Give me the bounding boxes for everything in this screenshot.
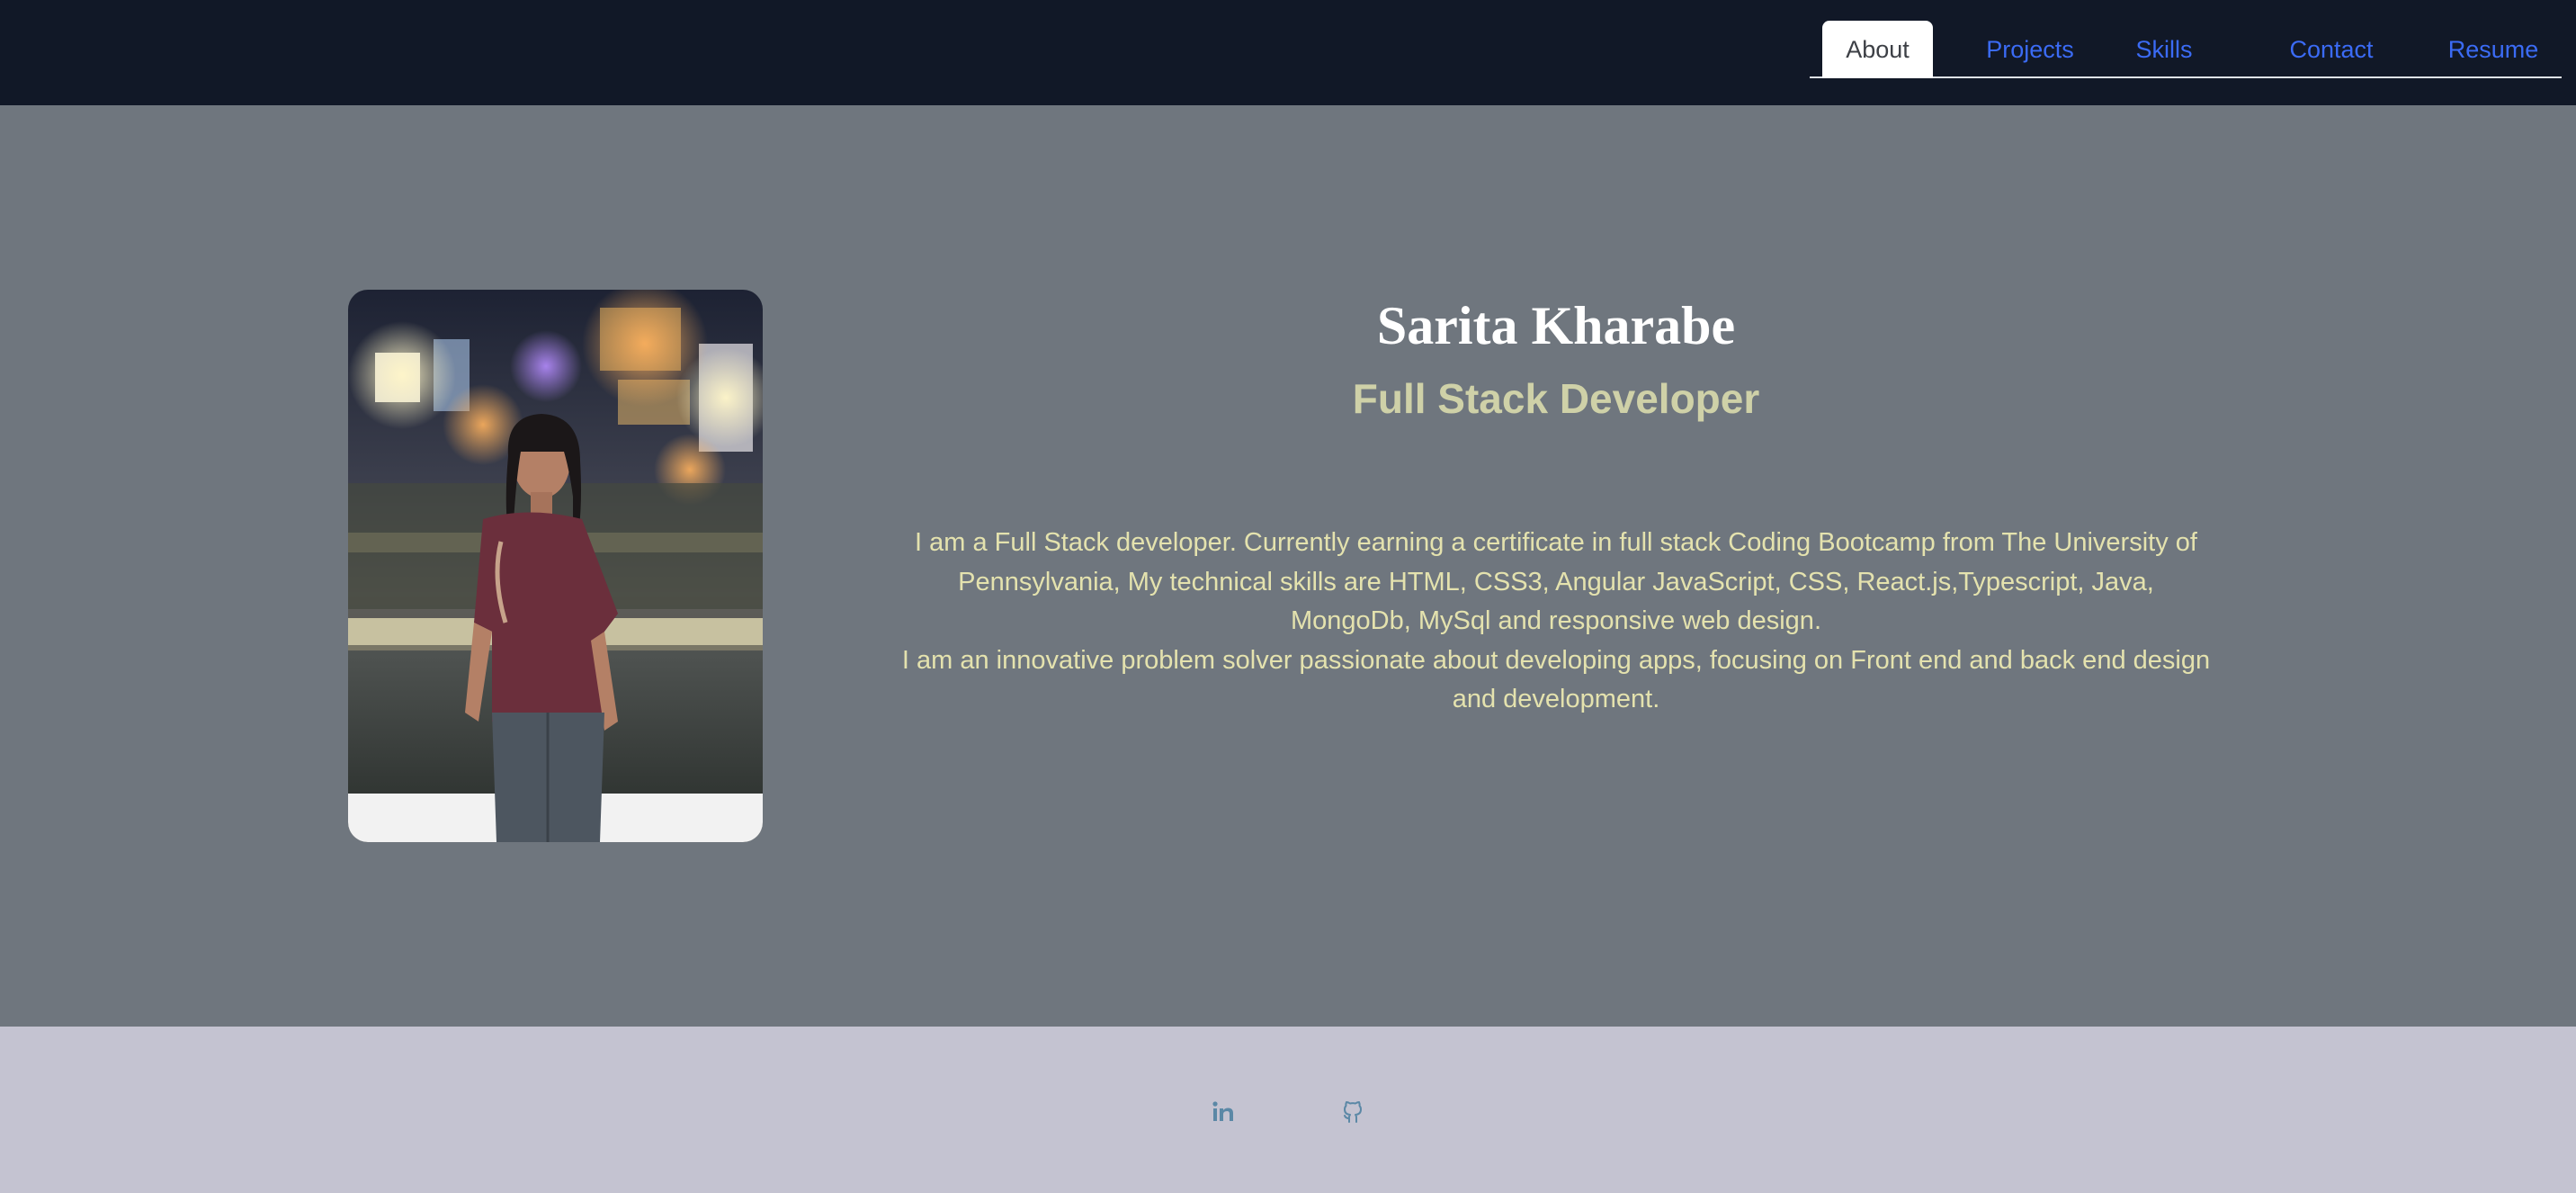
bio: I am a Full Stack developer. Currently e…: [899, 524, 2213, 720]
tab-skills[interactable]: Skills: [2119, 21, 2209, 78]
profile-photo: [348, 290, 763, 842]
developer-name: Sarita Kharabe: [1376, 296, 1736, 355]
github-link[interactable]: [1335, 1096, 1371, 1132]
tab-about[interactable]: About: [1822, 21, 1933, 78]
footer: [0, 1027, 2576, 1193]
tab-projects[interactable]: Projects: [1963, 21, 2097, 78]
github-icon: [1340, 1099, 1365, 1129]
linkedin-link[interactable]: [1205, 1096, 1241, 1132]
bio-paragraph: I am an innovative problem solver passio…: [901, 645, 2211, 714]
nav-tabs: About Projects Skills Contact Resume: [1810, 21, 2562, 78]
linkedin-icon: [1211, 1099, 1236, 1129]
developer-title: Full Stack Developer: [1352, 375, 1760, 422]
tab-contact[interactable]: Contact: [2268, 21, 2394, 78]
about-section: Sarita Kharabe Full Stack Developer I am…: [0, 105, 2576, 1027]
navbar: About Projects Skills Contact Resume: [0, 0, 2576, 105]
intro: Sarita Kharabe Full Stack Developer: [899, 285, 2213, 426]
bio-paragraph: I am a Full Stack developer. Currently e…: [915, 528, 2197, 635]
tab-resume[interactable]: Resume: [2430, 21, 2556, 78]
